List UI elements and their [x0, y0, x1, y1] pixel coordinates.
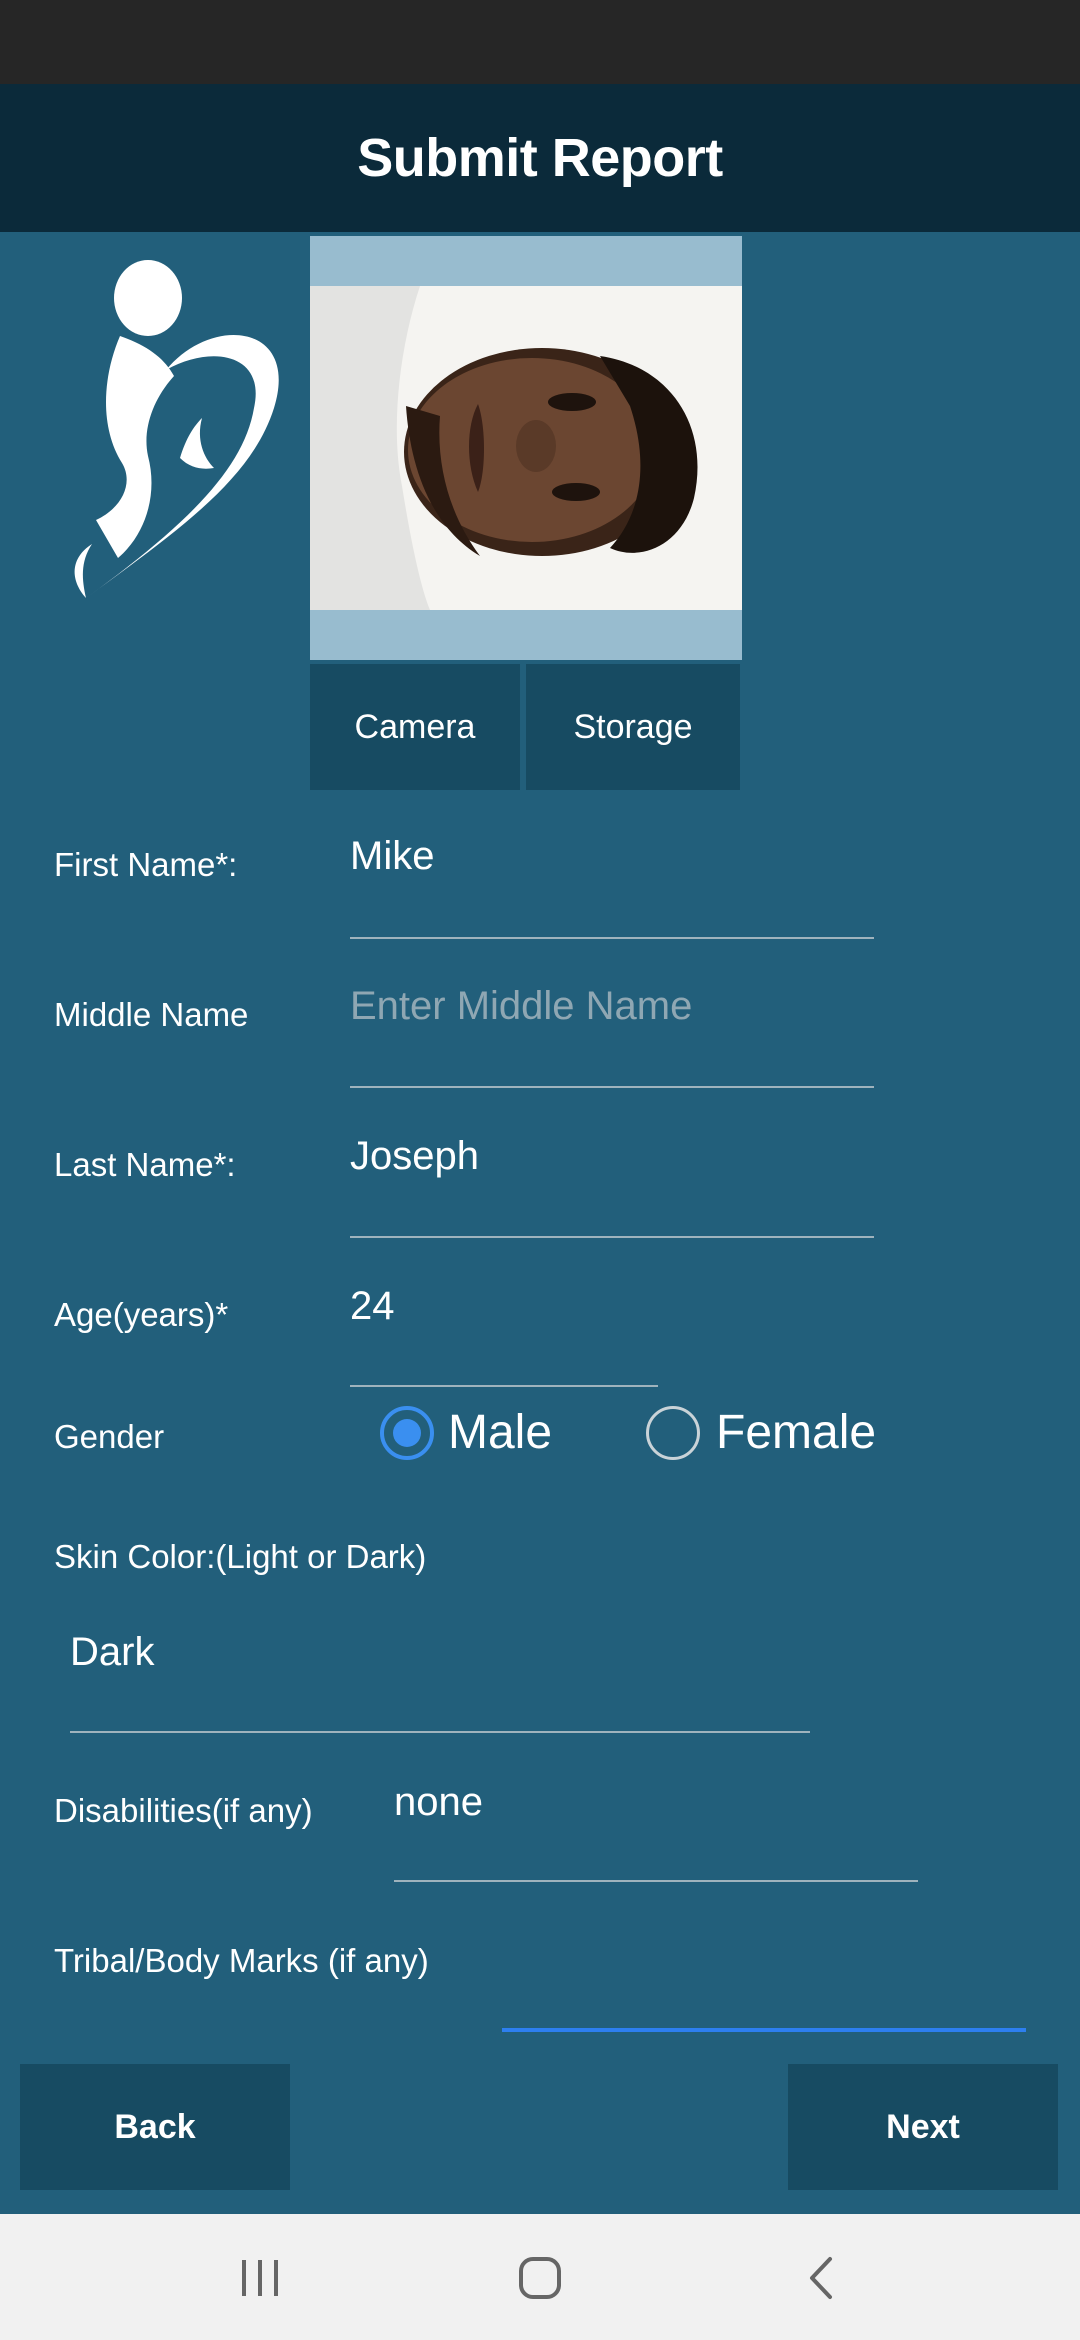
status-bar	[0, 0, 1080, 84]
camera-button[interactable]: Camera	[310, 664, 520, 790]
tribal-marks-label: Tribal/Body Marks (if any)	[54, 1942, 429, 1979]
first-name-underline	[350, 937, 874, 939]
last-name-underline	[350, 1236, 874, 1238]
skin-color-underline	[70, 1731, 810, 1733]
app-header: Submit Report	[0, 84, 1080, 232]
storage-button[interactable]: Storage	[526, 664, 740, 790]
gender-female-radio[interactable]	[646, 1406, 700, 1460]
last-name-input[interactable]: Joseph	[350, 1134, 479, 1179]
back-icon[interactable]	[804, 2256, 840, 2300]
middle-name-label: Middle Name	[54, 996, 249, 1033]
middle-name-input[interactable]: Enter Middle Name	[350, 984, 692, 1029]
age-underline	[350, 1385, 658, 1387]
next-button[interactable]: Next	[788, 2064, 1058, 2190]
age-label: Age(years)*	[54, 1296, 229, 1333]
gender-label: Gender	[54, 1418, 165, 1455]
disabilities-input[interactable]: none	[394, 1780, 483, 1825]
page-title: Submit Report	[357, 128, 723, 188]
disabilities-underline	[394, 1880, 918, 1882]
tribal-marks-underline	[502, 2028, 1026, 2032]
home-icon[interactable]	[518, 2256, 562, 2300]
skin-color-input[interactable]: Dark	[70, 1630, 154, 1675]
disabilities-label: Disabilities(if any)	[54, 1792, 313, 1829]
gender-male-radio[interactable]	[380, 1406, 434, 1460]
photo-preview	[310, 236, 742, 660]
first-name-label: First Name*:	[54, 846, 238, 883]
gender-male-label[interactable]: Male	[448, 1405, 552, 1460]
back-button[interactable]: Back	[20, 2064, 290, 2190]
person-photo	[310, 286, 742, 610]
last-name-label: Last Name*:	[54, 1146, 236, 1183]
skin-color-label: Skin Color:(Light or Dark)	[54, 1538, 427, 1575]
gender-female-label[interactable]: Female	[716, 1405, 876, 1460]
middle-name-underline	[350, 1086, 874, 1088]
first-name-input[interactable]: Mike	[350, 834, 434, 879]
app-logo	[74, 260, 279, 598]
system-nav-bar	[0, 2214, 1080, 2340]
tribal-marks-input[interactable]	[502, 1960, 1026, 2020]
recents-icon[interactable]	[238, 2258, 282, 2298]
age-input[interactable]: 24	[350, 1284, 395, 1329]
